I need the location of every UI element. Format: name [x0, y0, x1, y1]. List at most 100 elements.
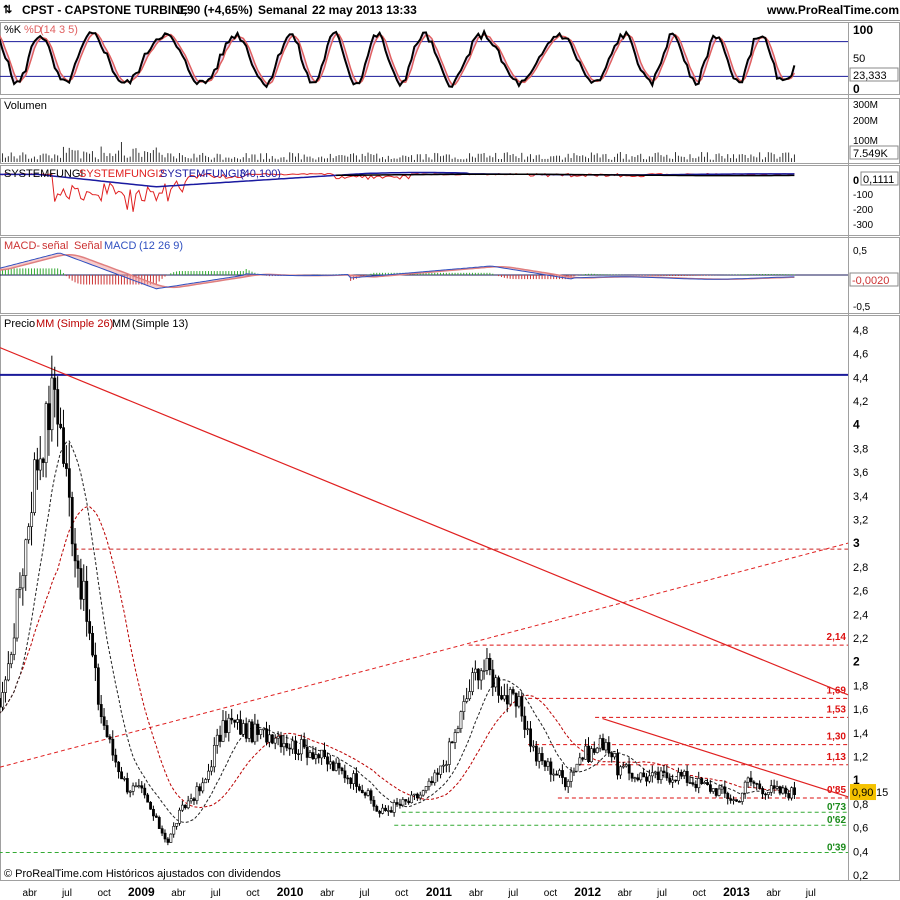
candle-body [120, 771, 123, 780]
candle-body [387, 810, 390, 812]
candle-body [569, 771, 573, 782]
candle-body [494, 677, 498, 688]
candle-body [793, 787, 796, 795]
candle-body [572, 770, 576, 773]
candle-body [511, 689, 515, 694]
candle-body [273, 737, 277, 744]
candle-body [128, 791, 132, 793]
candle-body [12, 637, 16, 655]
fungi-tick-label: -300 [853, 220, 873, 231]
price-title-2: MM [36, 318, 54, 330]
stoch-last-value: 23,333 [853, 70, 887, 82]
candle-body [337, 762, 341, 769]
candle-body [30, 512, 34, 527]
candle-body [36, 459, 39, 471]
price-tick-label: 3,6 [853, 467, 868, 479]
candle-body [436, 772, 440, 775]
candle-body [561, 770, 564, 778]
candle-body [146, 794, 150, 803]
candle-body [378, 811, 382, 814]
candle-body [636, 777, 640, 781]
candle-body [247, 721, 251, 739]
candle-body [749, 777, 753, 783]
candle-body [125, 778, 129, 793]
candle-body [430, 780, 434, 784]
price-title-1: Precio [4, 318, 35, 330]
downtrend-line-long [0, 347, 849, 696]
red-level-label: 1,30 [827, 732, 847, 743]
candle-body [578, 757, 582, 765]
candle-body [790, 787, 794, 799]
candle-body [717, 788, 721, 796]
candle-body [613, 753, 617, 758]
candle-body [691, 782, 695, 785]
fungi-title-2: SYSTEMFUNGI2 [79, 168, 165, 180]
volume-last-value: 7.549K [853, 148, 889, 160]
candle-body [697, 778, 701, 789]
candle-body [262, 728, 266, 731]
candle-body [442, 764, 445, 767]
candle-body [456, 728, 460, 733]
candle-body [552, 773, 556, 776]
macd-last-value: -0,0020 [852, 275, 889, 287]
candle-body [668, 777, 672, 783]
time-axis-label: 2012 [574, 885, 601, 899]
candle-body [4, 679, 7, 693]
candle-body [682, 771, 686, 776]
candle-body [67, 468, 71, 498]
candle-body [416, 793, 419, 799]
candle-body [183, 804, 187, 809]
candle-body [369, 790, 373, 801]
candle-body [639, 772, 643, 781]
candle-body [236, 719, 239, 723]
candle-body [389, 810, 393, 813]
uptrend-line-dashed [0, 542, 849, 768]
candle-body [117, 761, 121, 773]
candle-body [619, 766, 622, 776]
macd-signal-line [0, 254, 795, 289]
candle-body [421, 790, 425, 796]
candle-body [79, 568, 83, 600]
price-tick-label: 0,4 [853, 846, 868, 858]
candle-body [134, 785, 138, 788]
candle-body [772, 785, 776, 789]
candle-body [111, 738, 115, 756]
candle-body [18, 587, 22, 590]
price-tick-label: 2,8 [853, 562, 868, 574]
candle-body [154, 815, 158, 818]
price-tick-label: 2 [853, 655, 860, 669]
candle-body [729, 798, 733, 801]
candle-body [566, 781, 570, 788]
panel-frame [0, 98, 900, 164]
time-axis-label: jul [210, 888, 221, 899]
candle-body [781, 787, 785, 794]
candle-body [291, 740, 295, 750]
candle-body [326, 756, 329, 765]
fungi-tick-label: -100 [853, 190, 873, 201]
fungi-tick-label: -200 [853, 205, 873, 216]
candle-body [706, 782, 709, 785]
time-axis-label: jul [61, 888, 72, 899]
green-level-label: 0'62 [827, 815, 847, 826]
price-title-4: MM [112, 318, 130, 330]
price-tick-label: 4,8 [853, 325, 868, 337]
candle-body [474, 668, 477, 673]
candle-body [624, 764, 628, 767]
candle-body [65, 463, 68, 469]
macd-title-3: Señal [74, 240, 102, 252]
panel-frame [0, 315, 900, 881]
macd-tick-label: 0,5 [853, 246, 867, 257]
candle-body [363, 792, 367, 796]
candle-body [558, 770, 561, 776]
candle-body [503, 695, 506, 700]
candle-body [395, 802, 399, 805]
candle-body [244, 723, 248, 739]
candle-body [674, 779, 678, 782]
candle-body [465, 698, 469, 702]
candle-body [703, 782, 707, 784]
candle-body [720, 786, 724, 790]
candle-body [7, 663, 10, 681]
candle-body [349, 777, 353, 784]
candle-body [787, 793, 791, 799]
candle-body [94, 654, 97, 669]
